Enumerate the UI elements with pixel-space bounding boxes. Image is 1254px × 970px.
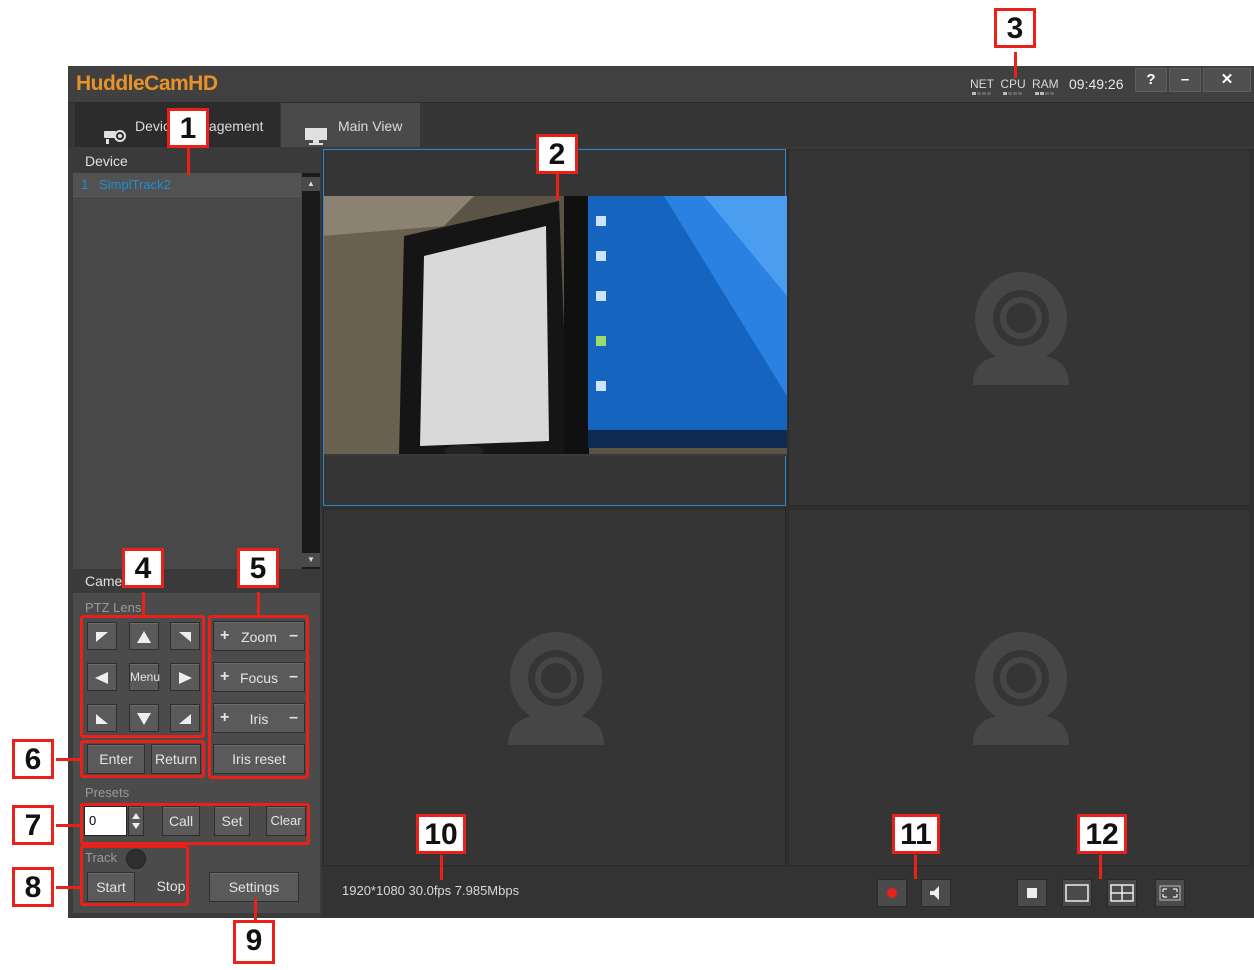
quad-view-button[interactable] (1107, 879, 1137, 907)
app-window: HuddleCamHD NET CPU RAM 09:49:26 ? – ✕ D… (68, 66, 1254, 918)
camera-section-header: Camera (73, 569, 320, 593)
fullscreen-icon (1159, 885, 1181, 901)
fullscreen-button[interactable] (1155, 879, 1185, 907)
presets-label: Presets (85, 785, 130, 800)
callout-6: 6 (12, 739, 54, 779)
app-logo: HuddleCamHD (76, 72, 218, 95)
net-meter-label: NET (970, 77, 994, 91)
left-panel: Device 1 SimplTrack2 ▲ ▼ Camera PTZ Lens… (73, 149, 320, 913)
webcam-placeholder-icon (973, 632, 1069, 745)
main-view: 1920*1080 30.0fps 7.985Mbps (322, 149, 1254, 917)
ram-meter: RAM (1032, 77, 1059, 96)
help-button[interactable]: ? (1135, 68, 1167, 92)
callout-11: 11 (892, 814, 940, 854)
tab-bar: Device Management Main View (68, 103, 1254, 147)
callout-4-line (142, 592, 145, 615)
callout-1: 1 (167, 108, 209, 148)
webcam-placeholder-icon (973, 272, 1069, 385)
live-video-feed (324, 196, 787, 456)
tab-main-view-label: Main View (338, 118, 403, 134)
cpu-meter-label: CPU (1000, 77, 1026, 91)
device-list: 1 SimplTrack2 ▲ ▼ (73, 173, 320, 573)
callout-2: 2 (536, 134, 578, 174)
callout-11-line (914, 855, 917, 879)
speaker-icon (930, 886, 939, 900)
ram-meter-label: RAM (1032, 77, 1059, 91)
clock: 09:49:26 (1069, 76, 1124, 92)
callout-6-line (56, 758, 80, 761)
stop-icon (1027, 888, 1037, 898)
video-cell-4[interactable] (788, 509, 1251, 866)
close-button[interactable]: ✕ (1203, 68, 1251, 92)
status-bar: 1920*1080 30.0fps 7.985Mbps (322, 867, 1254, 917)
callout-10-line (440, 855, 443, 880)
callout-12: 12 (1077, 814, 1127, 854)
callout-12-line (1099, 855, 1102, 879)
audio-button[interactable] (921, 879, 951, 907)
net-meter: NET (969, 77, 995, 96)
scroll-down-icon[interactable]: ▼ (302, 553, 320, 567)
callout-8: 8 (12, 867, 54, 907)
single-view-button[interactable] (1062, 879, 1092, 907)
stream-info: 1920*1080 30.0fps 7.985Mbps (342, 883, 520, 898)
title-bar: HuddleCamHD NET CPU RAM 09:49:26 ? – ✕ (68, 66, 1254, 103)
monitor-icon (304, 117, 327, 145)
cpu-meter: CPU (1000, 77, 1026, 96)
scroll-up-icon[interactable]: ▲ (302, 177, 320, 191)
callout-8-line (56, 886, 80, 889)
record-icon (887, 888, 897, 898)
webcam-placeholder-icon (508, 632, 604, 745)
callout-5-line (257, 592, 260, 615)
callout-1-line (187, 147, 190, 175)
single-layout-icon (1065, 884, 1089, 902)
device-name: SimplTrack2 (99, 177, 171, 192)
menu-nav-group-highlight (80, 740, 205, 778)
callout-2-line (556, 174, 559, 200)
callout-9: 9 (233, 920, 275, 964)
minimize-button[interactable]: – (1169, 68, 1201, 92)
callout-4: 4 (122, 548, 164, 588)
callout-3: 3 (994, 8, 1036, 48)
device-section-header: Device (73, 149, 320, 173)
stop-view-button[interactable] (1017, 879, 1047, 907)
presets-group-highlight (80, 803, 310, 845)
record-button[interactable] (877, 879, 907, 907)
callout-7: 7 (12, 805, 54, 845)
ptz-lens-label: PTZ Lens (85, 600, 142, 615)
callout-3-line (1014, 52, 1017, 78)
ptz-group-highlight (80, 615, 205, 738)
quad-layout-icon (1110, 884, 1134, 902)
camera-icon (103, 117, 126, 144)
tab-main-view[interactable]: Main View (281, 103, 420, 147)
callout-10: 10 (416, 814, 466, 854)
tracking-group-highlight (80, 845, 189, 906)
callout-7-line (56, 824, 80, 827)
device-list-item[interactable]: 1 SimplTrack2 (73, 173, 301, 197)
video-cell-3[interactable] (323, 509, 786, 866)
video-cell-2[interactable] (788, 149, 1251, 506)
lens-group-highlight (208, 615, 309, 779)
device-list-scrollbar[interactable]: ▲ ▼ (302, 173, 320, 573)
callout-5: 5 (237, 548, 279, 588)
callout-9-line (254, 898, 257, 920)
device-index: 1 (81, 177, 89, 192)
video-cell-1[interactable] (323, 149, 787, 506)
